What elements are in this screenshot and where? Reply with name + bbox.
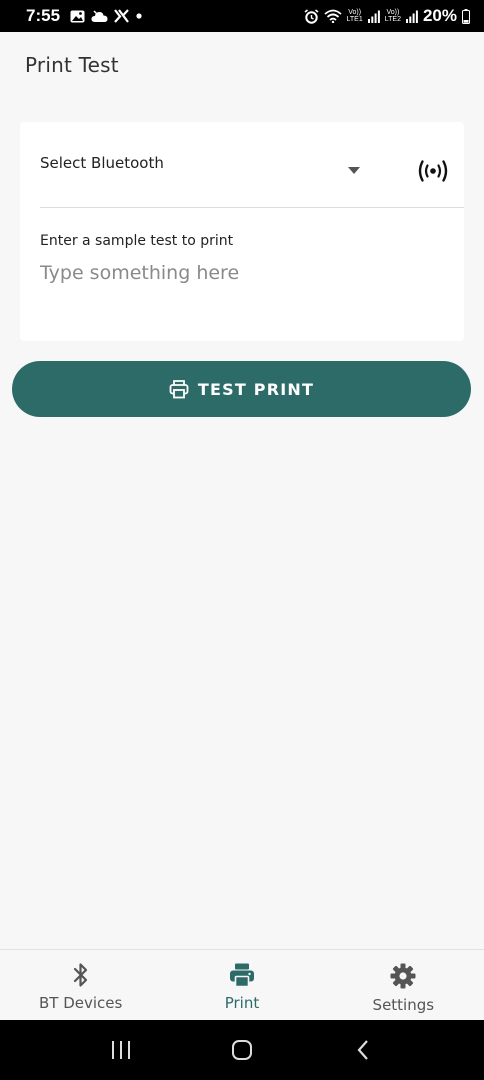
nav-item-bt-devices[interactable]: BT Devices <box>0 950 161 1020</box>
page-title: Print Test <box>25 53 119 77</box>
nav-item-settings[interactable]: Settings <box>323 950 484 1020</box>
bluetooth-icon <box>73 962 89 988</box>
sim2-volte-label: Vo)) <box>386 9 400 16</box>
back-icon[interactable] <box>343 1030 383 1070</box>
broadcast-icon[interactable] <box>414 158 452 184</box>
sample-input-label: Enter a sample test to print <box>40 233 234 249</box>
sim1-volte-label: Vo)) <box>348 9 362 16</box>
cloud-icon <box>91 9 108 23</box>
sim2-indicator: Vo)) LTE2 <box>385 9 401 23</box>
home-icon[interactable] <box>222 1030 262 1070</box>
test-print-button[interactable]: TEST PRINT <box>12 361 471 417</box>
printer-icon <box>229 962 255 988</box>
test-print-label: TEST PRINT <box>197 379 315 399</box>
recent-apps-icon[interactable] <box>101 1030 141 1070</box>
wifi-icon <box>323 9 342 23</box>
nav-label-bt-devices: BT Devices <box>38 994 123 1012</box>
signal-icon <box>367 10 380 23</box>
status-time: 7:55 <box>26 6 61 25</box>
bottom-nav: BT Devices Print Settings <box>0 949 484 1020</box>
sim2-lte-label: LTE2 <box>384 16 401 23</box>
battery-icon <box>462 8 470 24</box>
bluetooth-select-label: Select Bluetooth <box>40 154 164 172</box>
gallery-icon <box>70 10 85 23</box>
battery-percent: 20% <box>422 6 457 25</box>
nav-label-print: Print <box>224 994 260 1012</box>
status-left: 7:55 <box>26 6 143 26</box>
sample-text-input[interactable] <box>40 258 450 288</box>
system-nav-bar <box>0 1020 484 1080</box>
sim1-lte-label: LTE1 <box>346 16 363 23</box>
x-icon <box>114 9 129 23</box>
print-settings-card: Select Bluetooth Enter a sample test to … <box>20 122 464 341</box>
printer-icon <box>169 379 189 399</box>
signal-icon <box>405 10 418 23</box>
bluetooth-select-row[interactable]: Select Bluetooth <box>40 122 464 208</box>
sim1-indicator: Vo)) LTE1 <box>347 9 363 23</box>
gear-icon <box>389 962 417 990</box>
dot-icon <box>135 12 143 20</box>
dropdown-arrow-icon[interactable] <box>348 167 360 174</box>
alarm-icon <box>304 8 319 24</box>
nav-item-print[interactable]: Print <box>161 950 322 1020</box>
status-bar: 7:55 Vo)) LTE1 Vo)) LTE2 20% <box>0 0 484 32</box>
status-right: Vo)) LTE1 Vo)) LTE2 20% <box>304 6 470 26</box>
nav-label-settings: Settings <box>372 996 435 1014</box>
